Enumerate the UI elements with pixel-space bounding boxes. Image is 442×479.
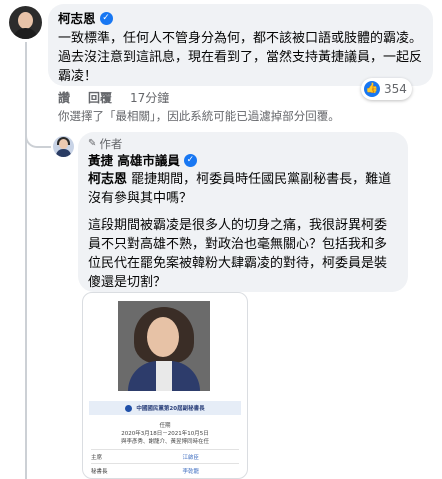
comment-actions: 讚 回覆 17分鐘	[58, 89, 169, 106]
timestamp[interactable]: 17分鐘	[130, 89, 169, 106]
avatar[interactable]	[9, 6, 42, 39]
party-logo-icon	[125, 404, 133, 412]
comment-author[interactable]: 柯志恩	[58, 10, 96, 27]
row-value: 江啟臣	[182, 455, 199, 461]
infobox-row: 主席 江啟臣	[91, 449, 239, 461]
reply-avatar[interactable]	[53, 136, 74, 157]
reply-author[interactable]: 黃捷 高雄市議員	[88, 152, 180, 169]
verified-icon: ✓	[99, 12, 113, 25]
portrait-photo	[118, 301, 210, 391]
reply-paragraph-2: 這段期間被霸凌是很多人的切身之痛，我很訝異柯委員不只對高雄不熟，對政治也毫無關心…	[88, 218, 388, 290]
reply-text: 柯志恩 罷捷期間，柯委員時任國民黨副秘書長，難道沒有參與其中嗎？ 這段期間被霸凌…	[88, 170, 398, 292]
author-badge: ✎ 作者	[88, 136, 398, 152]
reply-paragraph-1: 罷捷期間，柯委員時任國民黨副秘書長，難道沒有參與其中嗎？	[88, 172, 392, 206]
reply-bubble: ✎ 作者 黃捷 高雄市議員 ✓ 柯志恩 罷捷期間，柯委員時任國民黨副秘書長，難道…	[78, 132, 408, 292]
mention-link[interactable]: 柯志恩	[88, 172, 127, 187]
comment-bubble: 柯志恩 ✓ 一致標準，任何人不管身分為何，都不該被口語或肢體的霸凌。過去沒注意到…	[48, 4, 433, 86]
like-button[interactable]: 讚	[58, 89, 70, 106]
infobox-row: 秘書長 李乾龍	[91, 463, 239, 475]
reaction-count-label: 354	[384, 82, 407, 96]
pencil-icon: ✎	[88, 138, 97, 149]
thread-connector	[25, 128, 51, 148]
attached-image[interactable]: 中國國民黨第20屆副秘書長 任期 2020年3月18日－2021年10月5日 與…	[82, 292, 248, 479]
like-icon: 👍	[364, 81, 380, 97]
term-dates: 2020年3月18日－2021年10月5日	[121, 431, 209, 437]
filter-note: 你選擇了「最相關」，因此系統可能已過濾掉部分回覆。	[58, 109, 340, 123]
row-value: 李乾龍	[182, 469, 199, 475]
infobox-band: 中國國民黨第20屆副秘書長	[89, 401, 241, 415]
author-badge-label: 作者	[99, 137, 123, 151]
infobox-title: 中國國民黨第20屆副秘書長	[136, 406, 205, 412]
verified-icon: ✓	[183, 154, 197, 167]
reaction-count[interactable]: 👍 354	[361, 78, 412, 100]
reply-button[interactable]: 回覆	[88, 89, 112, 106]
term-note: 與李彥秀、謝龍介、黃昱博同時在任	[120, 439, 209, 445]
term-label: 任期	[159, 423, 171, 429]
thread-line	[25, 42, 27, 479]
row-label: 主席	[91, 455, 103, 461]
row-label: 秘書長	[91, 469, 108, 475]
